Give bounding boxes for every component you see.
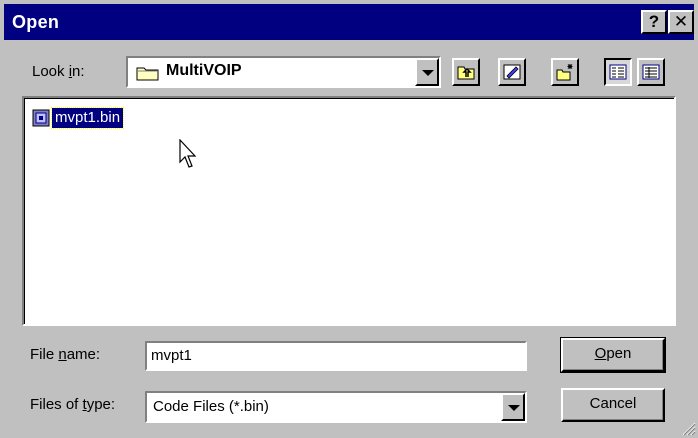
help-button[interactable]: ? [641, 10, 667, 34]
bin-file-icon [32, 109, 50, 127]
details-view-icon [642, 64, 660, 80]
details-view-button[interactable] [637, 58, 665, 86]
list-view-icon [609, 64, 627, 80]
files-of-type-dropdown[interactable]: Code Files (*.bin) [145, 391, 527, 423]
up-one-level-button[interactable] [452, 58, 480, 86]
open-dialog: Open ? ✕ Look in: MultiVOIP mvpt1.bin Fi… [0, 0, 698, 438]
files-of-type-dropdown-button[interactable] [501, 393, 525, 421]
look-in-dropdown[interactable]: MultiVOIP [126, 56, 441, 88]
window-title: Open [12, 12, 60, 32]
close-button[interactable]: ✕ [668, 10, 694, 34]
desktop-button[interactable] [498, 58, 526, 86]
chevron-down-icon [508, 405, 520, 411]
mouse-cursor-icon [179, 139, 197, 168]
list-view-button[interactable] [604, 58, 632, 86]
file-name-input[interactable]: mvpt1 [145, 341, 527, 371]
files-of-type-label: Files of type: [30, 396, 116, 413]
open-button[interactable]: Open [560, 337, 666, 373]
file-list[interactable]: mvpt1.bin [22, 96, 676, 326]
file-name-label: mvpt1.bin [50, 107, 125, 129]
up-folder-icon [457, 66, 475, 80]
cancel-button[interactable]: Cancel [561, 388, 665, 422]
files-of-type-value: Code Files (*.bin) [153, 398, 269, 415]
resize-grip-icon[interactable] [680, 420, 696, 436]
chevron-down-icon [422, 70, 434, 76]
desktop-icon [503, 64, 521, 80]
file-name-value: mvpt1 [151, 347, 192, 364]
title-bar[interactable]: Open ? ✕ [4, 4, 694, 40]
file-name-label: File name: [30, 346, 101, 363]
folder-icon [136, 67, 159, 81]
look-in-value: MultiVOIP [166, 62, 242, 79]
new-folder-icon [556, 64, 573, 81]
new-folder-button[interactable] [551, 58, 579, 86]
look-in-dropdown-button[interactable] [415, 58, 439, 86]
look-in-label: Look in: [32, 63, 85, 80]
